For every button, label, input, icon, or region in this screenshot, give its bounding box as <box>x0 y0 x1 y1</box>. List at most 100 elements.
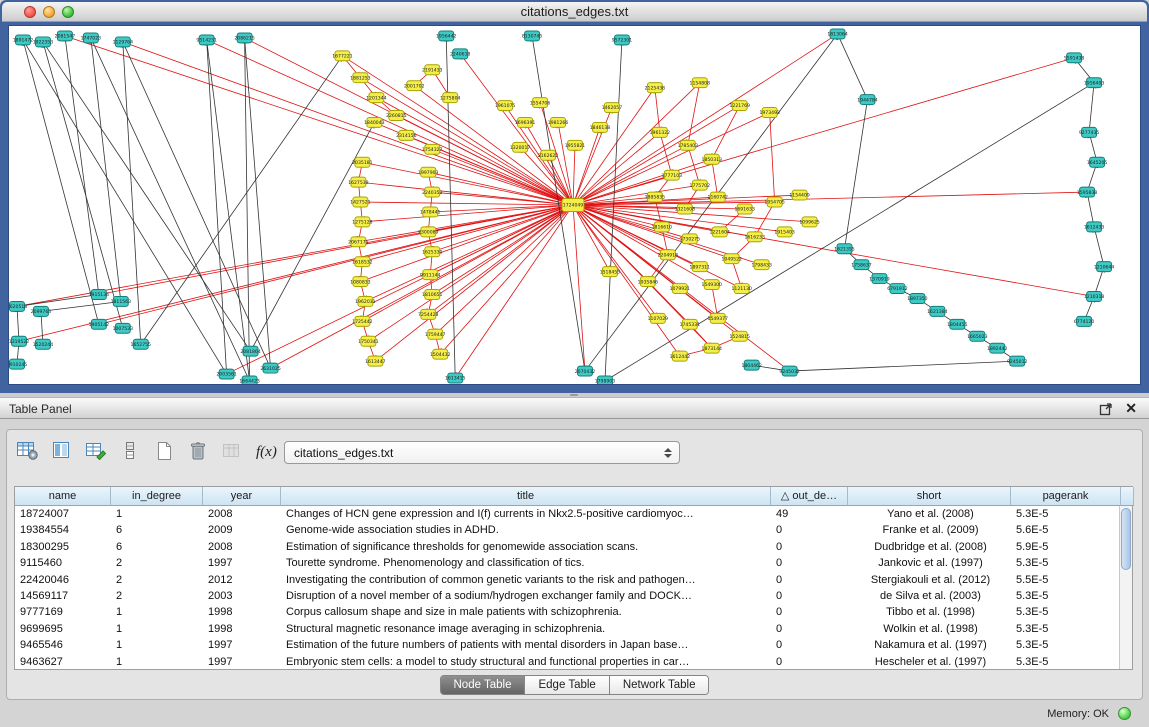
network-node[interactable]: 2620518 <box>9 301 27 311</box>
network-node[interactable]: 9245012 <box>1007 356 1028 366</box>
network-node[interactable]: 9911144 <box>420 270 441 280</box>
network-node[interactable]: 1730275 <box>680 234 701 244</box>
network-node[interactable]: 9572301 <box>612 35 633 45</box>
network-edge[interactable] <box>43 42 123 328</box>
table-cell[interactable]: 22420046 <box>15 572 111 588</box>
network-graph[interactable]: 1724049189147219223532081547174702311297… <box>9 26 1140 384</box>
network-node[interactable]: 1275804 <box>440 93 461 103</box>
float-panel-icon[interactable] <box>1099 402 1113 416</box>
network-node[interactable]: 2162622 <box>538 150 559 160</box>
network-node[interactable]: 1549300 <box>702 280 723 290</box>
network-edge[interactable] <box>660 132 672 175</box>
table-cell[interactable]: 9465546 <box>15 637 111 653</box>
network-node[interactable]: 1627539 <box>348 177 369 187</box>
network-node[interactable]: 2240618 <box>450 49 471 59</box>
network-node[interactable]: 1221769 <box>729 101 750 111</box>
table-cell[interactable]: 2003 <box>203 588 281 604</box>
table-cell[interactable]: Yano et al. (2008) <box>848 506 1011 522</box>
network-edge[interactable] <box>41 301 121 311</box>
network-node[interactable]: 2125438 <box>645 83 666 93</box>
network-node[interactable]: 8130745 <box>522 31 543 41</box>
network-node[interactable]: 1612442 <box>670 351 691 361</box>
table-cell[interactable]: 5.5E-5 <box>1011 572 1119 588</box>
network-node[interactable]: 2070432 <box>575 366 596 376</box>
network-node[interactable]: 1956403 <box>1084 78 1105 88</box>
network-node[interactable]: 1107029 <box>648 313 669 323</box>
create-column-button[interactable] <box>152 440 180 466</box>
table-selector-dropdown[interactable]: citations_edges.txt <box>284 441 680 464</box>
network-node[interactable]: 1961322 <box>650 127 671 137</box>
table-cell[interactable]: 2 <box>111 572 203 588</box>
table-cell[interactable]: 1 <box>111 506 203 522</box>
table-cell[interactable]: Embryonic stem cells: a model to study s… <box>281 654 771 669</box>
table-cell[interactable]: 2 <box>111 555 203 571</box>
network-node[interactable]: 1370919 <box>869 274 890 284</box>
network-edge[interactable] <box>207 40 250 381</box>
network-edge[interactable] <box>573 34 838 205</box>
network-edge[interactable] <box>605 40 622 381</box>
network-node[interactable]: 2086215 <box>234 33 255 43</box>
table-cell[interactable]: 9777169 <box>15 604 111 620</box>
network-edge[interactable] <box>360 205 573 282</box>
table-cell[interactable]: 18300295 <box>15 539 111 555</box>
tab-node-table[interactable]: Node Table <box>441 676 526 694</box>
table-cell[interactable]: 0 <box>771 539 848 555</box>
network-node[interactable]: 2300089 <box>418 227 439 237</box>
network-node[interactable]: 1775702 <box>690 180 711 190</box>
table-row[interactable]: 946554611997Estimation of the future num… <box>15 637 1119 653</box>
network-node[interactable]: 1427521 <box>350 197 371 207</box>
table-row[interactable]: 2242004622012Investigating the contribut… <box>15 572 1119 588</box>
network-node[interactable]: 1954705 <box>764 197 785 207</box>
column-header-out_de[interactable]: △ out_de… <box>771 487 848 506</box>
network-node[interactable]: 1625330 <box>422 247 443 257</box>
network-edge[interactable] <box>17 295 99 307</box>
network-node[interactable]: 1696391 <box>515 117 536 127</box>
network-node[interactable]: 1478441 <box>420 207 441 217</box>
network-node[interactable]: 1758637 <box>851 260 872 270</box>
table-cell[interactable]: Hescheler et al. (1997) <box>848 654 1011 669</box>
table-cell[interactable]: 1997 <box>203 637 281 653</box>
network-node[interactable]: 1891472 <box>13 35 34 45</box>
network-edge[interactable] <box>1094 227 1104 267</box>
table-row[interactable]: 1456911722003Disruption of a novel membe… <box>15 588 1119 604</box>
table-cell[interactable]: 0 <box>771 588 848 604</box>
table-cell[interactable]: 0 <box>771 654 848 669</box>
network-node[interactable]: 2260815 <box>386 111 407 121</box>
network-hub-node[interactable]: 1724049 <box>562 199 584 212</box>
network-node[interactable]: 1520244 <box>33 339 54 349</box>
table-cell[interactable]: 5.3E-5 <box>1011 604 1119 620</box>
table-cell[interactable]: 5.6E-5 <box>1011 522 1119 538</box>
network-edge[interactable] <box>573 205 742 289</box>
close-window-button[interactable] <box>24 6 36 18</box>
network-edge[interactable] <box>91 38 121 302</box>
network-node[interactable]: 1612433 <box>1084 222 1105 232</box>
network-node[interactable]: 1129764 <box>113 37 134 47</box>
network-edge[interactable] <box>573 205 585 371</box>
network-node[interactable]: 1210644 <box>1094 262 1115 272</box>
table-cell[interactable]: 2008 <box>203 506 281 522</box>
network-node[interactable]: 1745331 <box>680 319 701 329</box>
network-node[interactable]: 1080833 <box>350 277 371 287</box>
table-row[interactable]: 977716911998Corpus callosum shape and si… <box>15 604 1119 620</box>
window-titlebar[interactable]: citations_edges.txt <box>2 2 1147 22</box>
network-node[interactable]: 1321608 <box>675 204 696 214</box>
network-node[interactable]: 1524815 <box>729 331 750 341</box>
table-cell[interactable]: Corpus callosum shape and size in male p… <box>281 604 771 620</box>
table-cell[interactable]: Nakamura et al. (1997) <box>848 637 1011 653</box>
table-cell[interactable]: 5.9E-5 <box>1011 539 1119 555</box>
table-row[interactable]: 1938455462009Genome-wide association stu… <box>15 522 1119 538</box>
minimize-window-button[interactable] <box>43 6 55 18</box>
table-cell[interactable]: 9463627 <box>15 654 111 669</box>
network-node[interactable]: 2191433 <box>422 65 443 75</box>
network-node[interactable]: 1549377 <box>708 313 729 323</box>
network-edge[interactable] <box>99 205 573 324</box>
network-node[interactable]: 2240352 <box>422 187 443 197</box>
table-cell[interactable]: de Silva et al. (2003) <box>848 588 1011 604</box>
table-cell[interactable]: 9115460 <box>15 555 111 571</box>
network-node[interactable]: 1897350 <box>907 294 928 304</box>
network-edge[interactable] <box>207 40 227 374</box>
tab-edge-table[interactable]: Edge Table <box>525 676 609 694</box>
table-cell[interactable]: 5.3E-5 <box>1011 588 1119 604</box>
network-node[interactable]: 9910245 <box>9 359 27 369</box>
network-node[interactable]: 1840043 <box>364 117 385 127</box>
